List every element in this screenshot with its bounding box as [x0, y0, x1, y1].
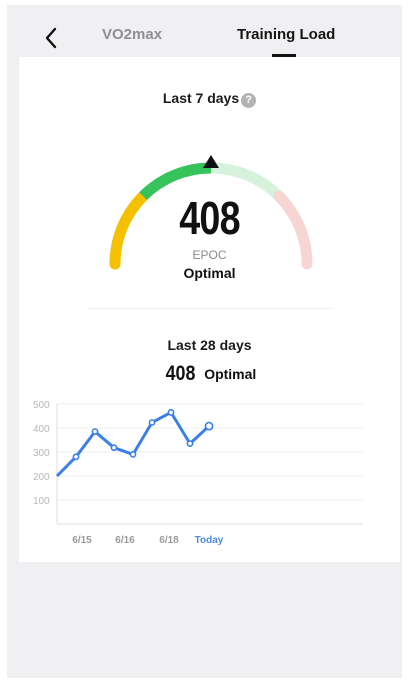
- app-frame: VO2max Training Load Last 7 days? 408 EP…: [7, 5, 402, 678]
- epoc-value: 408: [179, 192, 240, 244]
- gauge-pointer-icon: [203, 155, 219, 168]
- training-load-card: Last 7 days? 408 EPOC Optimal Last 28 da…: [19, 57, 400, 562]
- y-tick-label: 300: [33, 448, 50, 459]
- last-28-days-status: Optimal: [204, 366, 257, 382]
- data-point[interactable]: [129, 451, 137, 458]
- y-tick-label: 200: [33, 472, 50, 483]
- top-nav: VO2max Training Load: [7, 5, 402, 57]
- y-tick-label: 400: [33, 424, 50, 435]
- tab-vo2max[interactable]: VO2max: [102, 26, 162, 43]
- epoc-label: EPOC: [192, 248, 227, 262]
- data-point[interactable]: [91, 428, 99, 435]
- last-28-days-title: Last 28 days: [167, 337, 252, 353]
- data-point[interactable]: [204, 421, 214, 431]
- y-tick-label: 100: [33, 496, 50, 507]
- load-trend-chart: 500 400 300 200 100 6/15 6/16 6/18 Today: [33, 400, 363, 546]
- x-tick-label: 6/15: [72, 535, 92, 546]
- section-divider: [89, 308, 331, 309]
- data-point[interactable]: [186, 440, 194, 447]
- x-tick-label: 6/16: [115, 535, 135, 546]
- x-tick-label: Today: [195, 535, 224, 546]
- last-28-days-value: 408: [165, 362, 196, 385]
- data-point[interactable]: [148, 419, 156, 426]
- load-status: Optimal: [183, 265, 236, 281]
- data-point[interactable]: [72, 453, 80, 461]
- x-tick-label: 6/18: [159, 535, 179, 546]
- last-28-days-summary: 408 Optimal: [19, 362, 400, 386]
- chevron-left-icon: [45, 27, 57, 49]
- back-button[interactable]: [40, 25, 62, 51]
- data-point[interactable]: [167, 408, 175, 416]
- data-point[interactable]: [110, 444, 118, 452]
- series-line: [55, 410, 211, 478]
- tab-training-load[interactable]: Training Load: [237, 26, 335, 43]
- y-tick-label: 500: [33, 400, 50, 411]
